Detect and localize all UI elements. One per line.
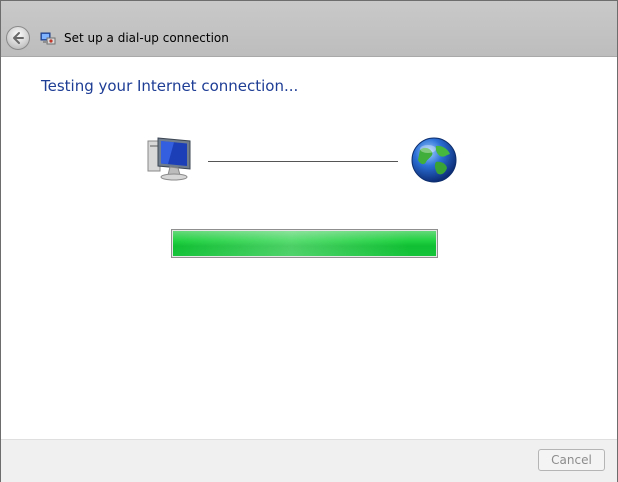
progress-bar-fill bbox=[173, 231, 436, 256]
content-area: Testing your Internet connection... bbox=[1, 57, 617, 439]
dialog-window: Set up a dial-up connection Testing your… bbox=[0, 0, 618, 482]
connection-line bbox=[208, 161, 398, 162]
cancel-button[interactable]: Cancel bbox=[538, 449, 605, 471]
globe-icon bbox=[411, 137, 457, 183]
network-connection-icon bbox=[40, 32, 56, 45]
computer-monitor-icon bbox=[147, 137, 191, 181]
title-bar: Set up a dial-up connection bbox=[1, 1, 617, 57]
progress-bar bbox=[171, 229, 438, 258]
back-button[interactable] bbox=[6, 26, 30, 50]
page-heading: Testing your Internet connection... bbox=[41, 77, 299, 95]
footer-bar: Cancel bbox=[1, 439, 617, 482]
back-arrow-icon bbox=[13, 32, 24, 44]
window-title: Set up a dial-up connection bbox=[64, 31, 229, 45]
